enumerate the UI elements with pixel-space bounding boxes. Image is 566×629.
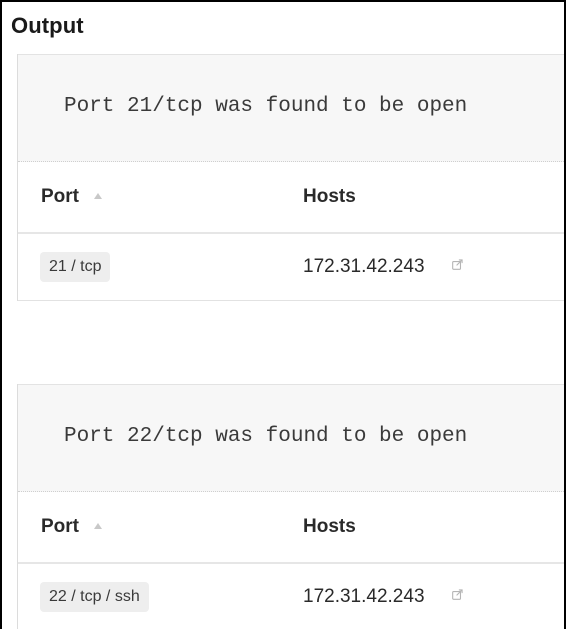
port-badge: 22 / tcp / ssh (40, 582, 149, 612)
host-link[interactable]: 172.31.42.243 (303, 256, 425, 277)
port-column-header[interactable]: Port (18, 492, 303, 564)
result-block: Port 22/tcp was found to be open Port Ho… (17, 384, 564, 629)
section-title: Output (11, 13, 84, 38)
plugin-output: Port 22/tcp was found to be open (18, 384, 564, 492)
hosts-column-label: Hosts (303, 186, 356, 207)
plugin-output: Port 21/tcp was found to be open (18, 54, 564, 162)
external-link-icon[interactable] (451, 589, 463, 601)
table-row: 21 / tcp 172.31.42.243 (18, 233, 564, 301)
results-table: Port Hosts 21 / tcp 172.31.42.243 (18, 162, 564, 301)
port-column-header[interactable]: Port (18, 162, 303, 234)
output-panel: Output Port 21/tcp was found to be open … (0, 0, 566, 629)
table-header-row: Port Hosts (18, 492, 564, 564)
port-cell: 22 / tcp / ssh (18, 563, 303, 629)
plugin-output-text: Port 21/tcp was found to be open (64, 95, 468, 118)
result-block: Port 21/tcp was found to be open Port Ho… (17, 54, 564, 301)
port-column-label: Port (41, 186, 79, 207)
table-header-row: Port Hosts (18, 162, 564, 234)
hosts-column-header: Hosts (303, 162, 564, 234)
port-badge: 21 / tcp (40, 252, 111, 282)
sort-ascending-icon[interactable] (94, 192, 103, 199)
hosts-column-header: Hosts (303, 492, 564, 564)
host-cell: 172.31.42.243 (303, 563, 564, 629)
port-cell: 21 / tcp (18, 233, 303, 301)
results-table: Port Hosts 22 / tcp / ssh 172.31.42.243 (18, 492, 564, 629)
sort-ascending-icon[interactable] (94, 522, 103, 529)
host-cell: 172.31.42.243 (303, 233, 564, 301)
external-link-icon[interactable] (451, 259, 463, 271)
plugin-output-text: Port 22/tcp was found to be open (64, 425, 468, 448)
table-row: 22 / tcp / ssh 172.31.42.243 (18, 563, 564, 629)
hosts-column-label: Hosts (303, 516, 356, 537)
host-link[interactable]: 172.31.42.243 (303, 586, 425, 607)
port-column-label: Port (41, 516, 79, 537)
